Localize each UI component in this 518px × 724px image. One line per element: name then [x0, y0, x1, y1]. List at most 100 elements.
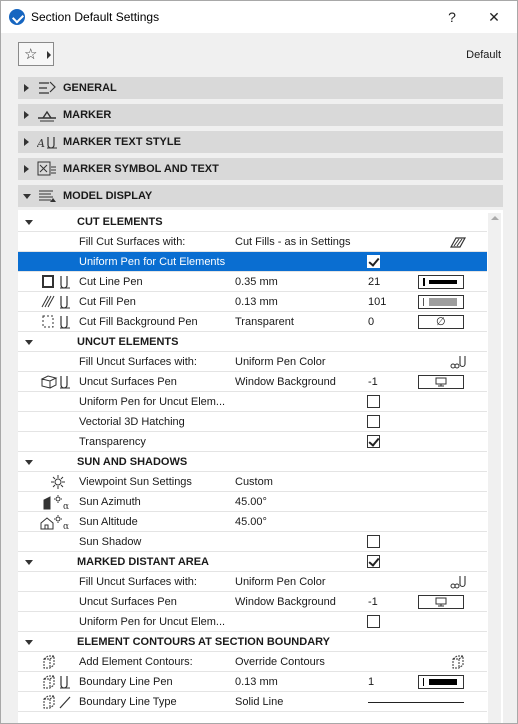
pen-swatch-button[interactable]: [418, 675, 464, 689]
setting-name: Sun Shadow: [79, 536, 142, 548]
row-viewpoint-sun-settings[interactable]: Viewpoint Sun Settings Custom: [18, 472, 487, 492]
sun-icon: [51, 475, 65, 489]
pen-swatch-mark: [423, 278, 425, 286]
row-sun-altitude[interactable]: α Sun Altitude 45.00°: [18, 512, 487, 532]
setting-value[interactable]: 45.00°: [235, 496, 267, 508]
row-fill-uncut-surfaces[interactable]: Fill Uncut Surfaces with: Uniform Pen Co…: [18, 352, 487, 372]
group-cut-elements[interactable]: CUT ELEMENTS: [18, 212, 487, 232]
setting-name: Fill Uncut Surfaces with:: [79, 356, 197, 368]
group-sun-and-shadows[interactable]: SUN AND SHADOWS: [18, 452, 487, 472]
setting-value: Window Background: [235, 376, 336, 388]
row-sun-azimuth[interactable]: α Sun Azimuth 45.00°: [18, 492, 487, 512]
group-marked-distant-area[interactable]: MARKED DISTANT AREA: [18, 552, 487, 572]
row-fill-cut-surfaces[interactable]: Fill Cut Surfaces with: Cut Fills - as i…: [18, 232, 487, 252]
pen-number[interactable]: 101: [368, 296, 386, 308]
row-cut-fill-pen[interactable]: Cut Fill Pen 0.13 mm 101: [18, 292, 487, 312]
marked-distant-area-checkbox[interactable]: [367, 555, 380, 568]
setting-name: Sun Altitude: [79, 516, 138, 528]
panel-marker[interactable]: MARKER: [18, 104, 503, 126]
setting-value[interactable]: Custom: [235, 476, 273, 488]
close-button[interactable]: ✕: [483, 7, 505, 27]
setting-name: Cut Fill Background Pen: [79, 316, 198, 328]
default-label: Default: [466, 49, 501, 61]
model-display-icon: [39, 190, 56, 202]
row-distant-uniform-pen-uncut[interactable]: Uniform Pen for Uncut Elem...: [18, 612, 487, 632]
setting-value: Window Background: [235, 596, 336, 608]
chevron-down-icon: [25, 460, 33, 465]
scroll-up-icon[interactable]: [491, 216, 499, 220]
favorites-button[interactable]: ☆: [18, 42, 54, 66]
uniform-pen-uncut-checkbox[interactable]: [367, 395, 380, 408]
vectorial-hatching-checkbox[interactable]: [367, 415, 380, 428]
section-default-settings-dialog: Section Default Settings ? ✕ ☆ Default G…: [0, 0, 518, 724]
transparency-checkbox[interactable]: [367, 435, 380, 448]
setting-name: Fill Uncut Surfaces with:: [79, 576, 197, 588]
help-button[interactable]: ?: [441, 7, 463, 27]
pen-swatch-button[interactable]: ∅: [418, 315, 464, 329]
panel-label: MARKER TEXT STYLE: [63, 136, 181, 148]
chevron-right-icon: [24, 165, 29, 173]
chevron-right-icon: [24, 84, 29, 92]
group-element-contours[interactable]: ELEMENT CONTOURS AT SECTION BOUNDARY: [18, 632, 487, 652]
setting-name: Cut Line Pen: [79, 276, 143, 288]
pen-number[interactable]: 1: [368, 676, 374, 688]
chevron-right-icon: [47, 51, 51, 59]
pen-swatch-button[interactable]: [418, 295, 464, 309]
group-label: CUT ELEMENTS: [77, 216, 163, 228]
general-icon: [39, 81, 56, 94]
row-add-element-contours[interactable]: Add Element Contours: Override Contours: [18, 652, 487, 672]
setting-value[interactable]: Solid Line: [235, 696, 283, 708]
vertical-scrollbar[interactable]: [488, 213, 501, 723]
pen-number[interactable]: -1: [368, 376, 378, 388]
uniform-pen-cut-checkbox[interactable]: [367, 255, 380, 268]
row-boundary-line-pen[interactable]: Boundary Line Pen 0.13 mm 1: [18, 672, 487, 692]
pen-swatch-button[interactable]: [418, 275, 464, 289]
group-label: MARKED DISTANT AREA: [77, 556, 209, 568]
uniform-pen-color-icon: [450, 356, 466, 369]
setting-name: Viewpoint Sun Settings: [79, 476, 192, 488]
setting-value[interactable]: Uniform Pen Color: [235, 576, 325, 588]
chevron-down-icon: [25, 640, 33, 645]
marker-symbol-text-icon: [37, 161, 56, 176]
panel-general[interactable]: GENERAL: [18, 77, 503, 99]
svg-text:A: A: [37, 137, 45, 150]
panel-label: MARKER: [63, 109, 112, 121]
row-transparency[interactable]: Transparency: [18, 432, 487, 452]
svg-text:α: α: [63, 502, 69, 510]
pen-swatch-button[interactable]: [418, 375, 464, 389]
group-uncut-elements[interactable]: UNCUT ELEMENTS: [18, 332, 487, 352]
cut-fill-icon: [450, 237, 466, 248]
chevron-right-icon: [24, 111, 29, 119]
row-uniform-pen-uncut[interactable]: Uniform Pen for Uncut Elem...: [18, 392, 487, 412]
panel-model-display[interactable]: MODEL DISPLAY: [18, 185, 503, 207]
panel-marker-text-style[interactable]: A MARKER TEXT STYLE: [18, 131, 503, 153]
chevron-down-icon: [25, 340, 33, 345]
row-distant-fill-uncut-surfaces[interactable]: Fill Uncut Surfaces with: Uniform Pen Co…: [18, 572, 487, 592]
setting-name: Cut Fill Pen: [79, 296, 136, 308]
setting-value[interactable]: Override Contours: [235, 656, 325, 668]
row-boundary-line-type[interactable]: Boundary Line Type Solid Line: [18, 692, 487, 712]
pen-number[interactable]: 21: [368, 276, 380, 288]
row-cut-fill-background-pen[interactable]: Cut Fill Background Pen Transparent 0 ∅: [18, 312, 487, 332]
row-sun-shadow[interactable]: Sun Shadow: [18, 532, 487, 552]
setting-value[interactable]: Uniform Pen Color: [235, 356, 325, 368]
group-label: SUN AND SHADOWS: [77, 456, 188, 468]
setting-name: Add Element Contours:: [79, 656, 193, 668]
row-vectorial-3d-hatching[interactable]: Vectorial 3D Hatching: [18, 412, 487, 432]
pen-number[interactable]: -1: [368, 596, 378, 608]
row-cut-line-pen[interactable]: Cut Line Pen 0.35 mm 21: [18, 272, 487, 292]
panel-label: MARKER SYMBOL AND TEXT: [63, 163, 219, 175]
sun-shadow-checkbox[interactable]: [367, 535, 380, 548]
row-uniform-pen-cut[interactable]: Uniform Pen for Cut Elements: [18, 252, 487, 272]
setting-value[interactable]: 45.00°: [235, 516, 267, 528]
chevron-down-icon: [25, 220, 33, 225]
pen-swatch-button[interactable]: [418, 595, 464, 609]
distant-uniform-pen-uncut-checkbox[interactable]: [367, 615, 380, 628]
panel-marker-symbol-and-text[interactable]: MARKER SYMBOL AND TEXT: [18, 158, 503, 180]
setting-name: Uniform Pen for Uncut Elem...: [79, 396, 226, 408]
setting-value[interactable]: Cut Fills - as in Settings: [235, 236, 351, 248]
setting-value: 0.13 mm: [235, 676, 278, 688]
row-uncut-surfaces-pen[interactable]: Uncut Surfaces Pen Window Background -1: [18, 372, 487, 392]
pen-number[interactable]: 0: [368, 316, 374, 328]
row-distant-uncut-surfaces-pen[interactable]: Uncut Surfaces Pen Window Background -1: [18, 592, 487, 612]
